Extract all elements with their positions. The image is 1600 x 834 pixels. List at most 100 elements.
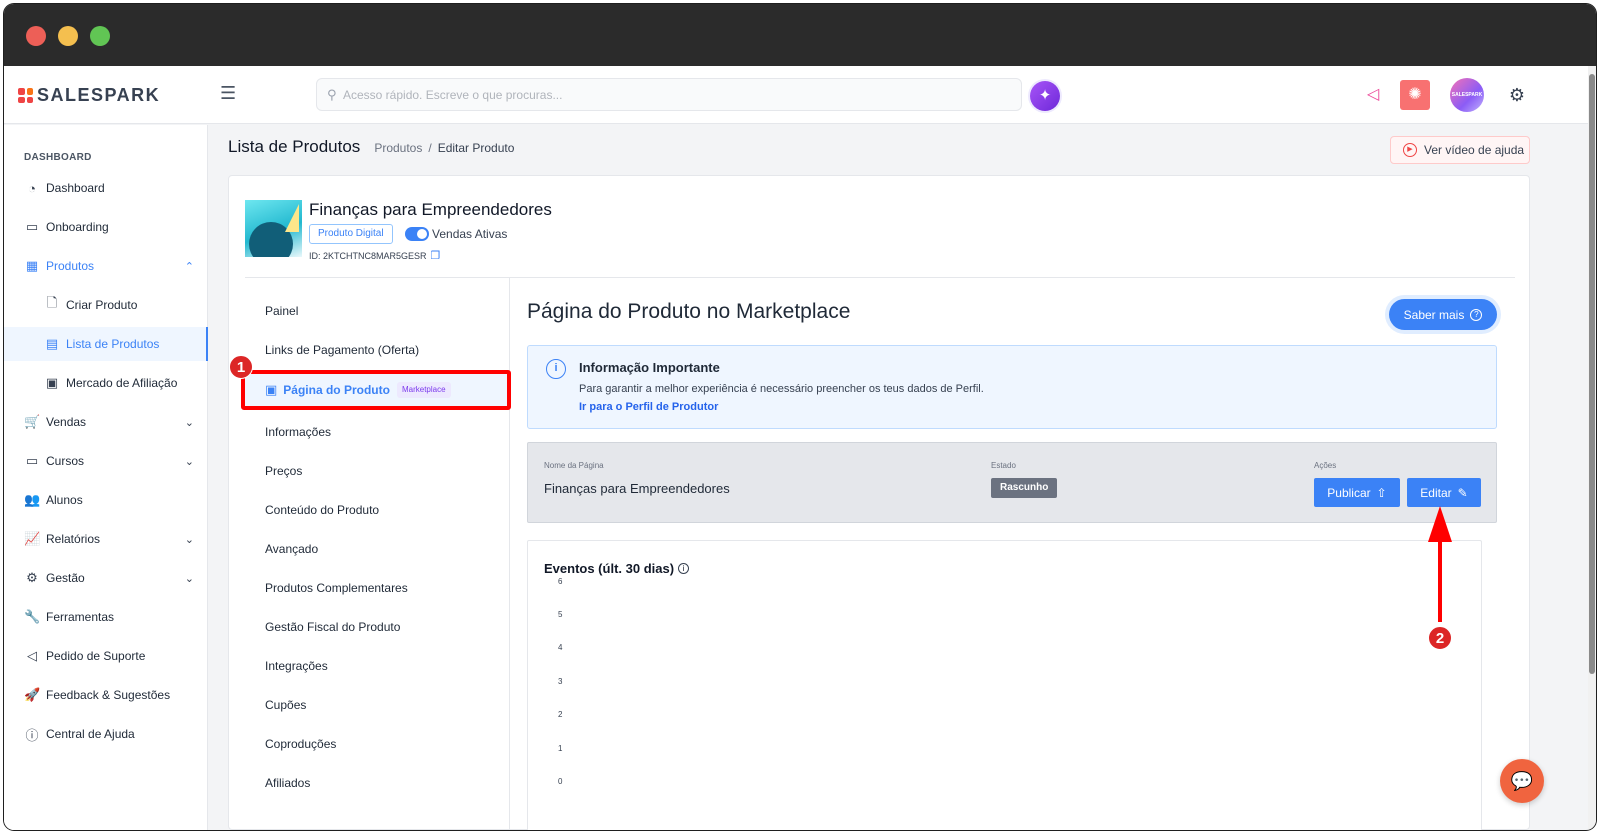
chart-line-icon: 📈 [24, 531, 41, 546]
sidebar-item-label: Mercado de Afiliação [66, 376, 178, 390]
help-video-button[interactable]: ▶ Ver vídeo de ajuda [1390, 136, 1530, 164]
vertical-scrollbar[interactable] [1588, 66, 1596, 830]
avatar[interactable]: SALESPARK [1450, 78, 1484, 112]
breadcrumb-current: Editar Produto [437, 141, 515, 155]
learn-more-button[interactable]: Saber mais ? [1389, 299, 1497, 330]
page-name: Finanças para Empreendedores [544, 481, 730, 496]
subnav-pagina-do-produto[interactable]: ▣ Página do Produto Marketplace [241, 370, 511, 410]
grid-icon: ▦ [25, 258, 39, 273]
y-tick: 0 [558, 777, 563, 786]
info-text: Para garantir a melhor experiência é nec… [579, 383, 984, 395]
pencil-icon: ✎ [1457, 485, 1468, 500]
sidebar-item-ferramentas[interactable]: 🔧 Ferramentas [4, 600, 208, 634]
subnav-precos[interactable]: Preços [265, 464, 302, 478]
sidebar-item-produtos[interactable]: ▦ Produtos ⌃ [4, 249, 208, 283]
subnav-integracoes[interactable]: Integrações [265, 659, 328, 673]
help-video-label: Ver vídeo de ajuda [1424, 143, 1525, 157]
scrollbar-thumb[interactable] [1589, 74, 1595, 674]
subnav-afiliados[interactable]: Afiliados [265, 776, 310, 790]
announcements-icon[interactable]: ◁ [1358, 80, 1388, 110]
subnav-produtos-complementares[interactable]: Produtos Complementares [265, 581, 408, 595]
sidebar-item-vendas[interactable]: 🛒 Vendas ⌄ [4, 405, 208, 439]
product-card: Finanças para Empreendedores Produto Dig… [228, 175, 1530, 830]
publish-button[interactable]: Publicar ⇧ [1314, 478, 1400, 507]
search-input[interactable] [343, 86, 1003, 104]
subnav-links-pagamento[interactable]: Links de Pagamento (Oferta) [265, 343, 419, 357]
sidebar-item-pedido-de-suporte[interactable]: ◁ Pedido de Suporte [4, 639, 208, 673]
producer-profile-link[interactable]: Ir para o Perfil de Produtor [579, 401, 718, 413]
events-title-text: Eventos (últ. 30 dias) [544, 561, 675, 576]
publish-label: Publicar [1327, 485, 1371, 500]
rocket-icon: ⇧ [1376, 485, 1387, 500]
sidebar-item-alunos[interactable]: 👥 Alunos [4, 483, 208, 517]
users-icon: 👥 [24, 492, 41, 507]
play-icon: ▶ [1403, 143, 1417, 157]
subnav-cupoes[interactable]: Cupões [265, 698, 306, 712]
sidebar-item-feedback[interactable]: 🚀 Feedback & Sugestões [4, 678, 208, 712]
sidebar-item-label: Dashboard [46, 181, 105, 195]
info-alert: i Informação Importante Para garantir a … [527, 345, 1497, 429]
sidebar-item-label: Feedback & Sugestões [46, 688, 171, 702]
sidebar-item-label: Produtos [46, 259, 95, 273]
sales-active-toggle[interactable] [405, 227, 429, 241]
subnav-gestao-fiscal[interactable]: Gestão Fiscal do Produto [265, 620, 400, 634]
section-title: Página do Produto no Marketplace [527, 300, 851, 323]
sidebar-item-gestao[interactable]: ⚙ Gestão ⌄ [4, 561, 208, 595]
page-header: Lista de Produtos Produtos / Editar Prod… [228, 137, 514, 157]
sidebar-item-label: Alunos [46, 493, 83, 507]
settings-gear-icon[interactable]: ⚙ [1502, 80, 1532, 110]
sidebar-item-central-de-ajuda[interactable]: ⓘ Central de Ajuda [4, 717, 208, 751]
sidebar-item-lista-de-produtos[interactable]: ▤ Lista de Produtos [4, 327, 208, 361]
sidebar-item-cursos[interactable]: ▭ Cursos ⌄ [4, 444, 208, 478]
close-window-button[interactable] [26, 26, 46, 46]
logo-text: SALESPARK [37, 85, 161, 105]
topbar: SALESPARK ☰ ⚲ ✦ ◁ ✺ SALESPARK ⚙ [4, 66, 1588, 124]
col-label-actions: Ações [1314, 461, 1337, 470]
search-icon: ⚲ [327, 87, 337, 102]
sidebar-item-label: Vendas [46, 415, 87, 429]
y-tick: 3 [558, 677, 563, 686]
events-title: Eventos (últ. 30 dias) i [544, 561, 690, 576]
sidebar-item-dashboard[interactable]: ◔ Dashboard [4, 171, 208, 205]
logo[interactable]: SALESPARK [18, 85, 160, 106]
divider [245, 277, 1515, 278]
info-icon: i [546, 359, 566, 379]
product-id-text: ID: 2KTCHTNC8MAR5GESR [309, 250, 427, 261]
product-thumbnail [245, 200, 302, 257]
info-icon[interactable]: i [678, 563, 690, 574]
sidebar: DASHBOARD ◔ Dashboard ▭ Onboarding ▦ Pro… [4, 125, 208, 830]
subnav-painel[interactable]: Painel [265, 304, 298, 318]
quick-search[interactable]: ⚲ [316, 78, 1022, 111]
info-title: Informação Importante [579, 360, 720, 375]
sidebar-item-criar-produto[interactable]: 🗋 Criar Produto [4, 288, 208, 322]
product-id: ID: 2KTCHTNC8MAR5GESR ❐ [309, 249, 440, 262]
maximize-window-button[interactable] [90, 26, 110, 46]
sidebar-item-relatorios[interactable]: 📈 Relatórios ⌄ [4, 522, 208, 556]
breadcrumb-produtos[interactable]: Produtos [374, 141, 422, 155]
subnav-informacoes[interactable]: Informações [265, 425, 331, 439]
menu-collapse-icon[interactable]: ☰ [220, 84, 238, 102]
logo-icon [18, 88, 33, 103]
subnav-coproducoes[interactable]: Coproduções [265, 737, 336, 751]
marketplace-tag: Marketplace [396, 382, 451, 398]
minimize-window-button[interactable] [58, 26, 78, 46]
product-type-badge: Produto Digital [309, 224, 393, 244]
subnav-conteudo[interactable]: Conteúdo do Produto [265, 503, 379, 517]
marketplace-page-row: Nome da Página Estado Ações Finanças par… [527, 442, 1497, 523]
sidebar-item-mercado-de-afiliacao[interactable]: ▣ Mercado de Afiliação [4, 366, 208, 400]
bug-report-icon[interactable]: ✺ [1400, 80, 1430, 110]
ai-sparkle-button[interactable]: ✦ [1030, 81, 1060, 111]
subnav-avancado[interactable]: Avançado [265, 542, 318, 556]
copy-icon[interactable]: ❐ [431, 249, 441, 262]
chat-button[interactable]: 💬 [1500, 759, 1544, 803]
learn-more-label: Saber mais [1403, 307, 1465, 322]
sidebar-item-label: Central de Ajuda [46, 727, 135, 741]
annotation-marker-1: 1 [229, 355, 253, 379]
gear-icon: ⚙ [26, 570, 38, 585]
sales-active-label: Vendas Ativas [432, 227, 508, 241]
sidebar-item-label: Gestão [46, 571, 85, 585]
video-icon: ▭ [25, 219, 39, 234]
sidebar-item-onboarding[interactable]: ▭ Onboarding [4, 210, 208, 244]
help-circle-icon: ⓘ [25, 727, 39, 743]
page-title: Lista de Produtos [228, 137, 361, 156]
